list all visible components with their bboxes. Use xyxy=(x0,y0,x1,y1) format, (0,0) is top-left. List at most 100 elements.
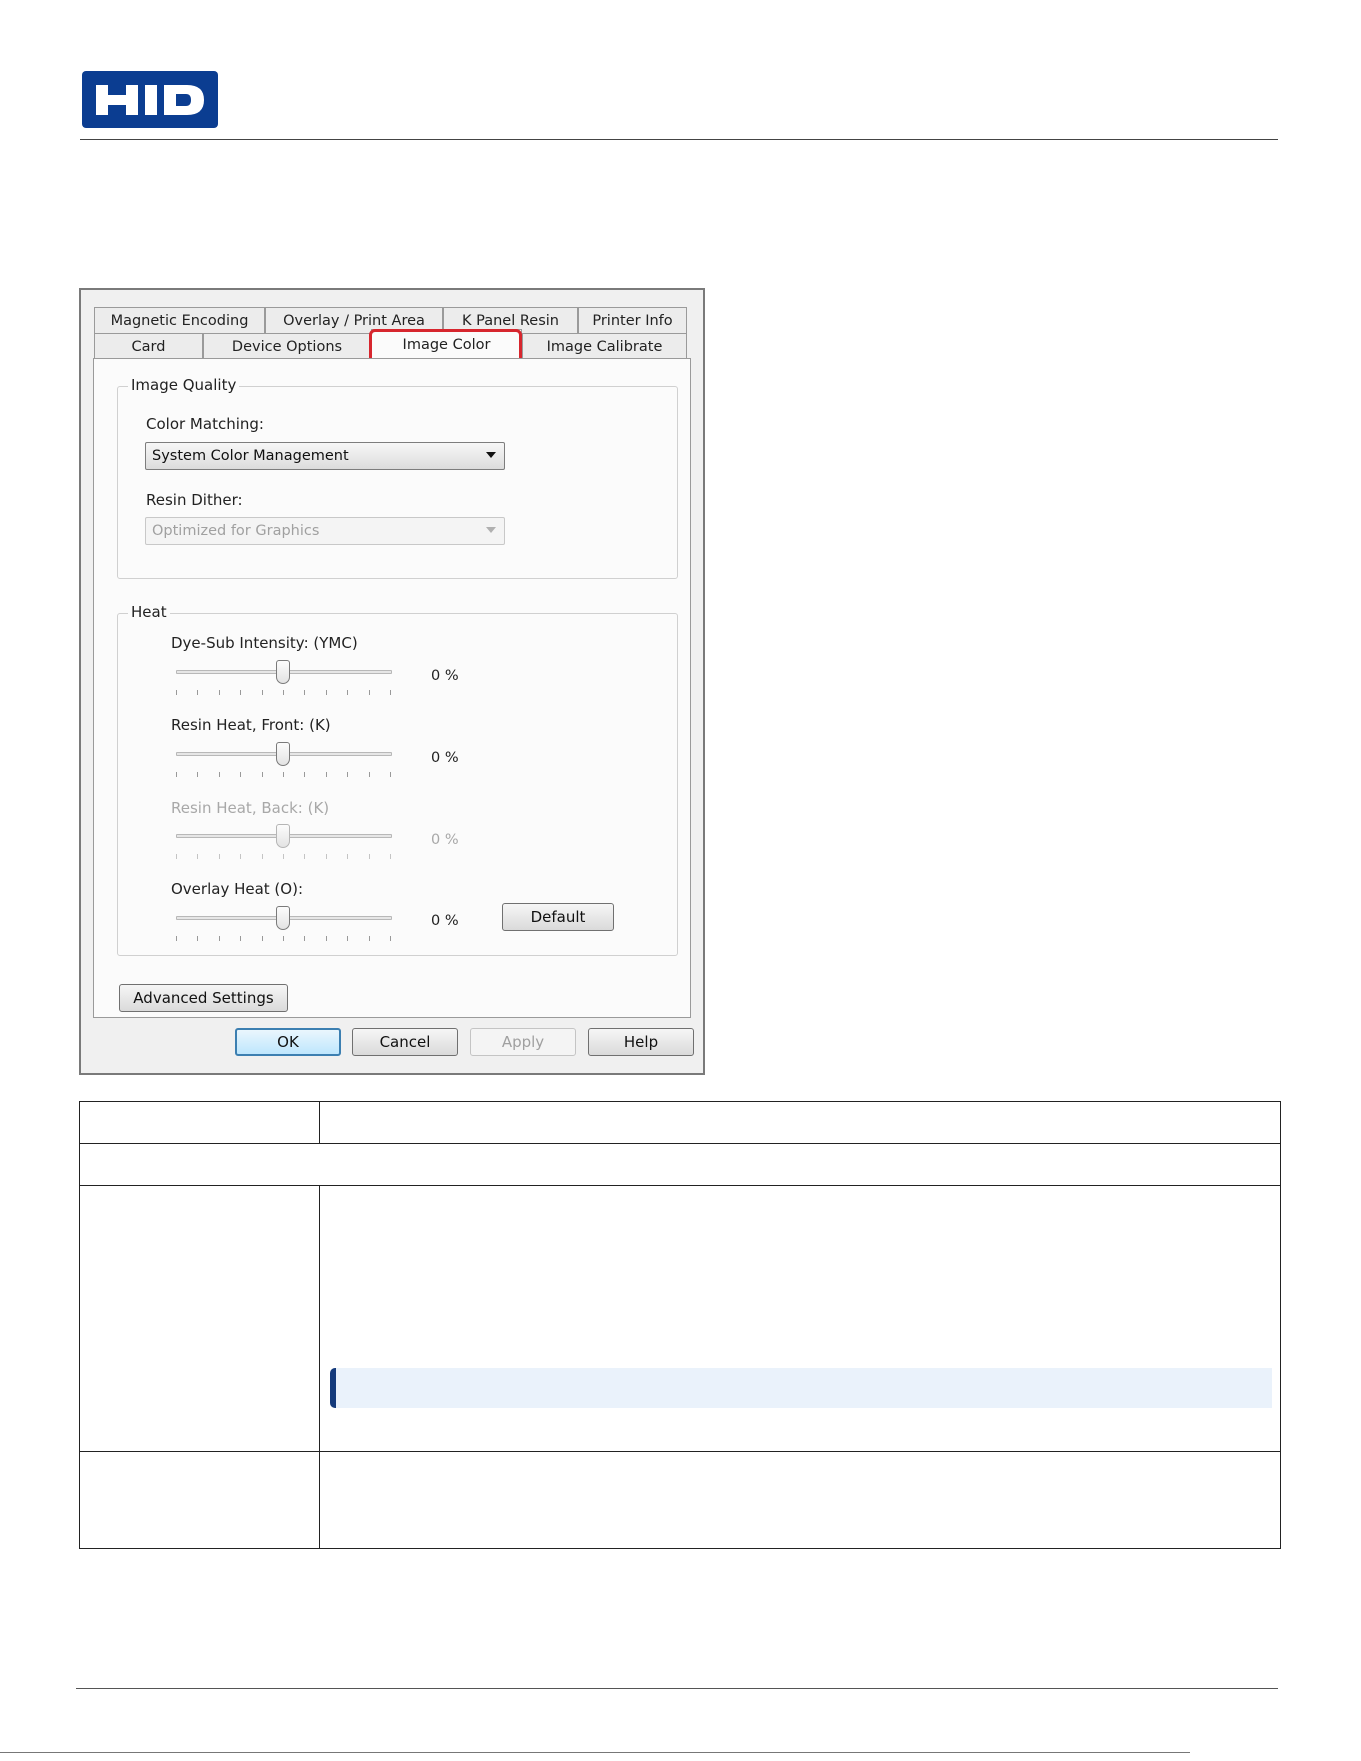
dye-sub-intensity-value: 0 % xyxy=(431,668,459,684)
table-cell xyxy=(79,1143,1281,1186)
image-quality-title: Image Quality xyxy=(128,376,240,394)
overlay-heat-label: Overlay Heat (O): xyxy=(171,880,303,898)
tab-card[interactable]: Card xyxy=(94,333,203,359)
heat-title: Heat xyxy=(128,603,170,621)
dye-sub-intensity-slider[interactable] xyxy=(176,658,396,702)
slider-tick xyxy=(219,854,220,859)
slider-tick xyxy=(240,854,241,859)
slider-tick xyxy=(197,690,198,695)
slider-tick xyxy=(390,772,391,777)
slider-tick xyxy=(304,690,305,695)
resin-heat-front-value: 0 % xyxy=(431,750,459,766)
heat-group: Heat Dye-Sub Intensity: (YMC) 0 % Resin … xyxy=(117,603,678,956)
ok-button[interactable]: OK xyxy=(235,1028,341,1056)
chevron-down-icon xyxy=(486,527,496,533)
table-cell xyxy=(319,1185,1281,1452)
slider-tick xyxy=(390,854,391,859)
resin-heat-front-label: Resin Heat, Front: (K) xyxy=(171,716,331,734)
slider-tick xyxy=(390,936,391,941)
table-cell xyxy=(79,1451,320,1549)
footer-rule xyxy=(0,1752,1190,1753)
slider-tick xyxy=(347,772,348,777)
slider-tick xyxy=(262,772,263,777)
slider-tick xyxy=(197,854,198,859)
resin-heat-back-slider[interactable] xyxy=(176,822,396,866)
printer-preferences-dialog: Magnetic Encoding Overlay / Print Area K… xyxy=(79,288,705,1075)
slider-tick xyxy=(262,854,263,859)
slider-tick xyxy=(326,690,327,695)
table-cell xyxy=(79,1101,320,1144)
color-matching-value: System Color Management xyxy=(152,448,349,464)
tab-device-options[interactable]: Device Options xyxy=(203,333,371,359)
table-header-row xyxy=(79,1101,1281,1144)
default-button[interactable]: Default xyxy=(502,903,614,931)
slider-tick xyxy=(240,690,241,695)
table-row xyxy=(79,1185,1281,1452)
slider-tick xyxy=(176,690,177,695)
slider-tick xyxy=(283,772,284,777)
image-color-panel: Image Quality Color Matching: System Col… xyxy=(93,358,691,1018)
tab-printer-info[interactable]: Printer Info xyxy=(578,307,687,333)
overlay-heat-value: 0 % xyxy=(431,913,459,929)
table-cell xyxy=(79,1185,320,1452)
slider-tick xyxy=(219,772,220,777)
note-callout xyxy=(330,1368,1272,1408)
table-row xyxy=(79,1451,1281,1549)
settings-description-table xyxy=(79,1101,1281,1549)
slider-tick xyxy=(304,854,305,859)
resin-heat-back-label: Resin Heat, Back: (K) xyxy=(171,799,330,817)
slider-tick xyxy=(197,772,198,777)
slider-tick xyxy=(369,854,370,859)
slider-tick xyxy=(197,936,198,941)
resin-heat-front-slider[interactable] xyxy=(176,740,396,784)
resin-heat-back-value: 0 % xyxy=(431,832,459,848)
slider-tick xyxy=(304,936,305,941)
slider-tick xyxy=(347,854,348,859)
table-section-row xyxy=(79,1143,1281,1186)
table-cell xyxy=(319,1451,1281,1549)
slider-tick xyxy=(326,854,327,859)
slider-thumb[interactable] xyxy=(276,824,290,848)
slider-tick xyxy=(369,690,370,695)
slider-tick xyxy=(262,936,263,941)
apply-button[interactable]: Apply xyxy=(470,1028,576,1056)
tab-image-color[interactable]: Image Color xyxy=(371,329,522,359)
tab-image-calibrate[interactable]: Image Calibrate xyxy=(522,333,687,359)
resin-dither-label: Resin Dither: xyxy=(146,491,243,509)
slider-thumb[interactable] xyxy=(276,660,290,684)
chevron-down-icon xyxy=(486,452,496,458)
advanced-settings-button[interactable]: Advanced Settings xyxy=(119,984,288,1012)
table-cell xyxy=(319,1101,1281,1144)
slider-tick xyxy=(283,936,284,941)
slider-tick xyxy=(283,690,284,695)
slider-tick xyxy=(369,772,370,777)
slider-tick xyxy=(283,854,284,859)
slider-tick xyxy=(176,772,177,777)
color-matching-label: Color Matching: xyxy=(146,415,264,433)
slider-tick xyxy=(240,936,241,941)
slider-tick xyxy=(176,936,177,941)
help-button[interactable]: Help xyxy=(588,1028,694,1056)
cancel-button[interactable]: Cancel xyxy=(352,1028,458,1056)
slider-tick xyxy=(219,690,220,695)
header-divider xyxy=(80,139,1278,140)
dye-sub-intensity-label: Dye-Sub Intensity: (YMC) xyxy=(171,634,358,652)
slider-tick xyxy=(219,936,220,941)
footer-divider xyxy=(76,1688,1278,1689)
slider-tick xyxy=(326,936,327,941)
slider-tick xyxy=(326,772,327,777)
overlay-heat-slider[interactable] xyxy=(176,904,396,948)
slider-tick xyxy=(240,772,241,777)
color-matching-select[interactable]: System Color Management xyxy=(145,442,505,470)
image-quality-group: Image Quality Color Matching: System Col… xyxy=(117,376,678,579)
resin-dither-value: Optimized for Graphics xyxy=(152,523,320,539)
slider-tick xyxy=(347,690,348,695)
resin-dither-select[interactable]: Optimized for Graphics xyxy=(145,517,505,545)
slider-thumb[interactable] xyxy=(276,906,290,930)
slider-tick xyxy=(390,690,391,695)
slider-thumb[interactable] xyxy=(276,742,290,766)
tab-row-2: Card Device Options Image Color Image Ca… xyxy=(94,329,687,359)
hid-logo xyxy=(82,71,218,128)
slider-tick xyxy=(262,690,263,695)
tab-magnetic-encoding[interactable]: Magnetic Encoding xyxy=(94,307,265,333)
